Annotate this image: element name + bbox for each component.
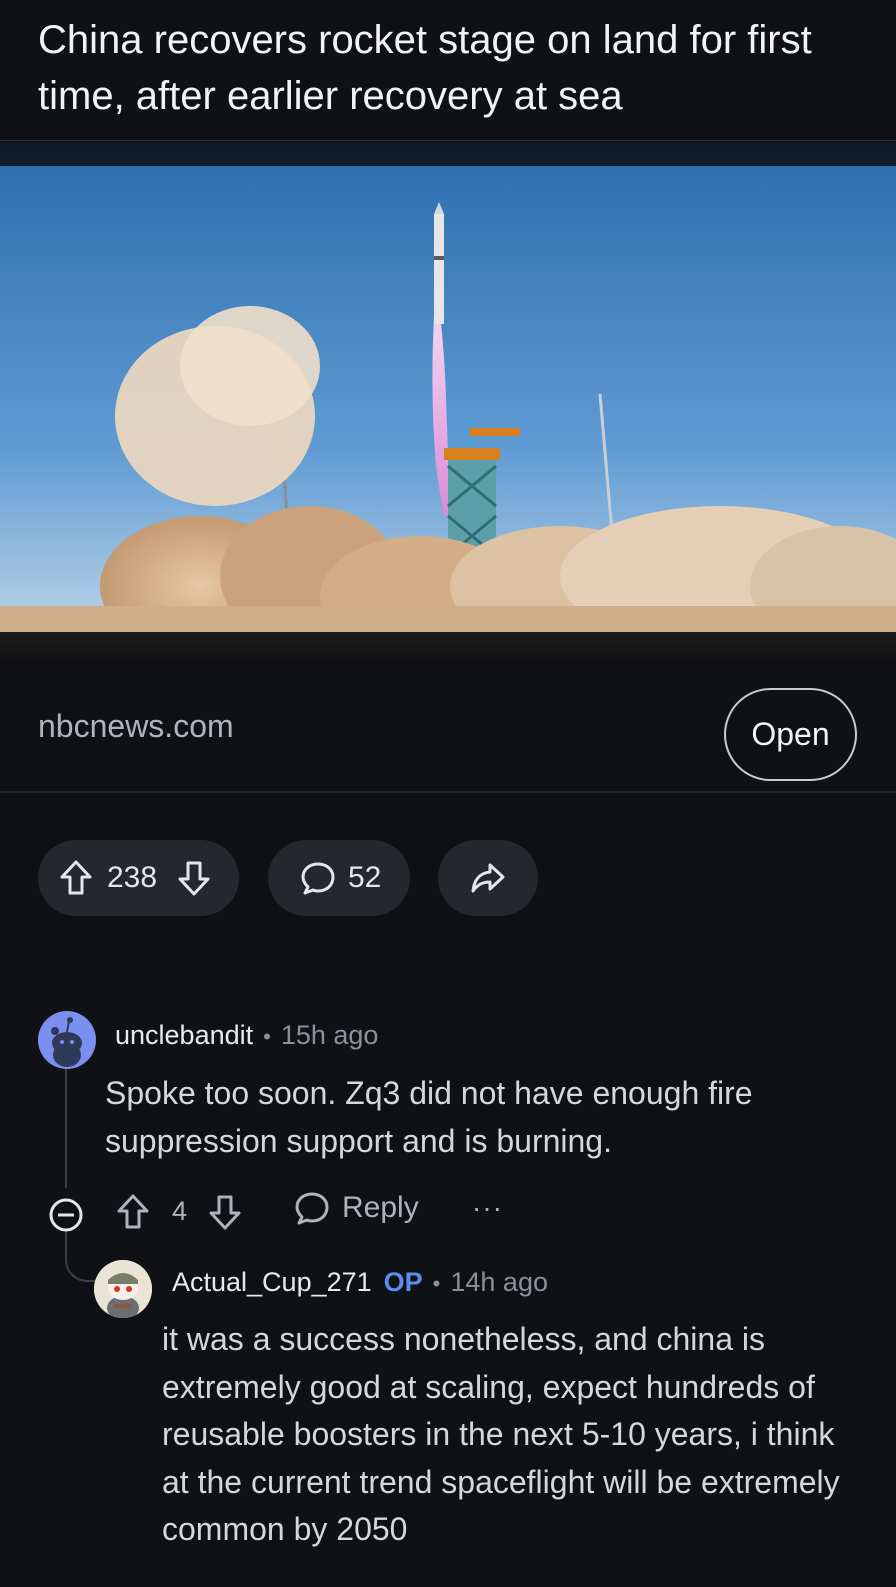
post-score: 238 <box>107 861 158 894</box>
more-options-icon[interactable]: ··· <box>472 1192 503 1224</box>
comment-score: 4 <box>172 1196 188 1226</box>
downvote-icon[interactable] <box>177 859 211 897</box>
post-title[interactable]: China recovers rocket stage on land for … <box>38 12 858 124</box>
comment-body: Spoke too soon. Zq3 did not have enough … <box>105 1075 753 1159</box>
snoo-avatar-icon <box>94 1260 152 1318</box>
rocket-launch-image <box>0 166 896 636</box>
share-icon <box>470 861 506 895</box>
comment-bubble-icon <box>300 860 336 896</box>
vote-bar: 238 <box>38 840 239 916</box>
image-bottom-bar <box>0 632 896 660</box>
avatar[interactable] <box>94 1260 152 1318</box>
share-button[interactable] <box>438 840 538 916</box>
link-domain[interactable]: nbcnews.com <box>38 708 234 745</box>
avatar[interactable] <box>38 1011 96 1069</box>
collapse-thread-icon[interactable] <box>48 1197 84 1238</box>
comment-body: it was a success nonetheless, and china … <box>162 1321 840 1547</box>
post-image[interactable] <box>0 142 896 660</box>
meta-separator: • <box>432 1271 441 1296</box>
open-link-button[interactable]: Open <box>724 688 857 781</box>
reply-label: Reply <box>342 1191 419 1224</box>
comment-actions: 4 Reply ··· <box>48 1190 518 1238</box>
link-divider <box>0 791 896 793</box>
thread-line <box>65 1058 67 1188</box>
title-divider <box>0 140 896 141</box>
comments-button[interactable]: 52 <box>268 840 410 916</box>
reply-bubble-icon <box>295 1192 329 1225</box>
upvote-icon[interactable] <box>59 859 93 897</box>
comment-username[interactable]: Actual_Cup_271 <box>172 1267 372 1298</box>
link-preview-bar[interactable]: nbcnews.com Open <box>0 660 896 792</box>
comment-meta: Actual_Cup_271 OP • 14h ago <box>172 1267 548 1298</box>
op-badge: OP <box>383 1267 423 1297</box>
snoo-avatar-icon <box>51 1017 82 1067</box>
comment-count: 52 <box>348 861 382 894</box>
meta-separator: • <box>263 1024 271 1049</box>
comment-timestamp: 15h ago <box>280 1020 379 1050</box>
reply-button[interactable]: Reply <box>294 1190 419 1226</box>
comment-meta: unclebandit • 15h ago <box>115 1020 378 1051</box>
comment-upvote-icon[interactable] <box>116 1193 150 1236</box>
comment-downvote-icon[interactable] <box>208 1193 242 1236</box>
comment-timestamp: 14h ago <box>450 1267 548 1297</box>
comment-username[interactable]: unclebandit <box>115 1020 253 1051</box>
